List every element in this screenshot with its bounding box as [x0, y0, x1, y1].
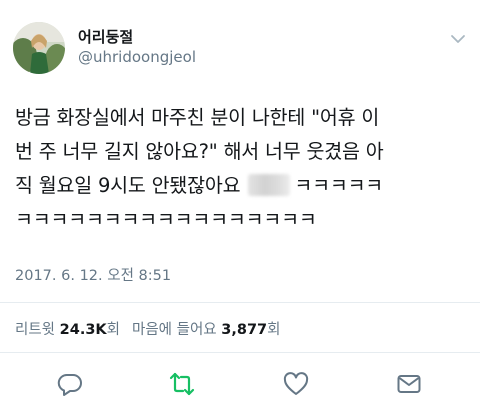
retweet-button[interactable] [168, 370, 196, 398]
retweets-unit: 회 [106, 322, 120, 338]
direct-message-button[interactable] [395, 370, 423, 398]
retweets-count[interactable]: 24.3K [60, 322, 107, 338]
likes-unit: 회 [267, 322, 281, 338]
retweet-icon [169, 372, 195, 396]
likes-label: 마음에 들어요 [132, 322, 217, 338]
avatar[interactable] [13, 22, 65, 74]
like-button[interactable] [282, 370, 310, 398]
envelope-icon [397, 375, 421, 393]
tweet-text-line: 직 월요일 9시도 안됐잖아요 ㅋㅋㅋㅋㅋ [15, 169, 475, 203]
heart-icon [283, 372, 309, 395]
display-name[interactable]: 어리둥절 [78, 26, 133, 47]
tweet-text-segment: ㅋㅋㅋㅋㅋ [294, 174, 384, 197]
reply-icon [57, 373, 82, 396]
tweet-text-segment: 직 월요일 9시도 안됐잖아요 [15, 174, 241, 197]
retweets-label: 리트윗 [15, 322, 56, 338]
divider [0, 352, 480, 353]
tweet-text-line: ㅋㅋㅋㅋㅋㅋㅋㅋㅋㅋㅋㅋㅋㅋㅋㅋㅋ [15, 208, 317, 231]
chevron-down-icon[interactable] [450, 30, 466, 43]
timestamp[interactable]: 2017. 6. 12. 오전 8:51 [15, 264, 171, 285]
user-handle[interactable]: @uhridoongjeol [78, 48, 196, 66]
divider [0, 302, 480, 303]
tweet-text: 방금 화장실에서 마주친 분이 나한테 "어휴 이 번 주 너무 길지 않아요?… [15, 101, 475, 237]
blurred-redaction [248, 174, 291, 196]
tweet-text-line: 번 주 너무 길지 않아요?" 해서 너무 웃겼음 아 [15, 140, 384, 163]
tweet-card: 어리둥절 @uhridoongjeol 방금 화장실에서 마주친 분이 나한테 … [0, 0, 480, 412]
reply-button[interactable] [56, 370, 84, 398]
likes-count[interactable]: 3,877 [221, 322, 267, 338]
engagement-stats: 리트윗 24.3K회 마음에 들어요 3,877회 [15, 318, 280, 339]
tweet-text-line: 방금 화장실에서 마주친 분이 나한테 "어휴 이 [15, 106, 380, 129]
